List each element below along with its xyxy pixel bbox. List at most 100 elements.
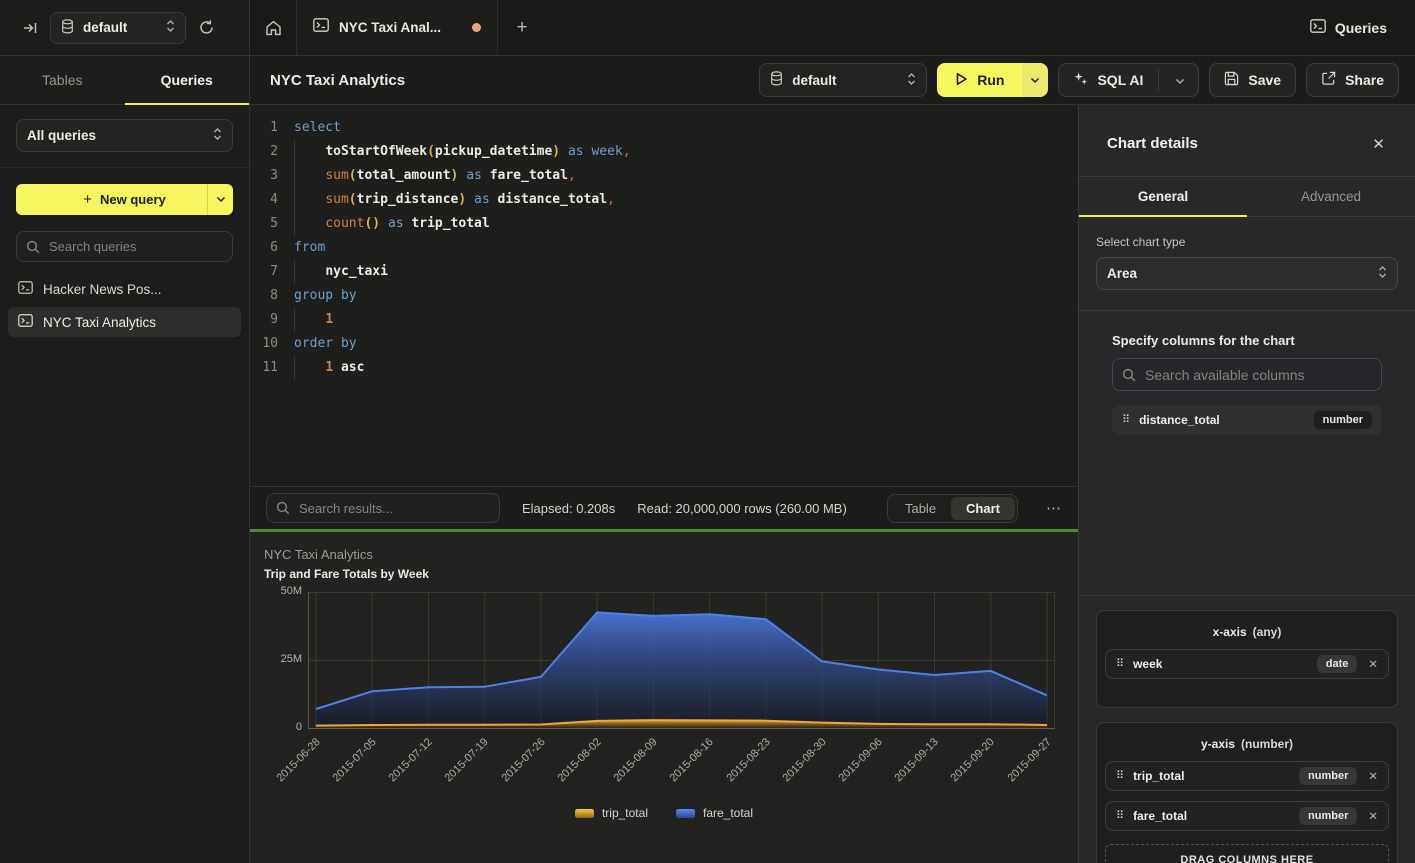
code-text: toStartOfWeek(pickup_datetime) as week,: [294, 140, 631, 164]
home-tab[interactable]: [250, 0, 297, 55]
column-type-badge: number: [1299, 767, 1357, 785]
x-tick-label: 2015-06-28: [274, 736, 322, 784]
code-text: select: [294, 116, 341, 140]
drop-zone[interactable]: DRAG COLUMNS HERE: [1105, 844, 1389, 863]
token: trip_distance: [357, 192, 459, 207]
token: distance_total: [498, 192, 608, 207]
code-line: 5 count() as trip_total: [250, 212, 1078, 236]
view-switcher: Table Chart: [887, 494, 1018, 523]
indent-guide: [294, 260, 295, 284]
token: [294, 192, 325, 207]
x-tick-label: 2015-09-20: [949, 736, 997, 784]
sql-ai-label: SQL AI: [1097, 72, 1143, 88]
x-tick-label: 2015-08-23: [724, 736, 772, 784]
x-axis-card: x-axis(any) ⠿ week date ✕: [1096, 610, 1398, 708]
token: select: [294, 120, 341, 135]
column-name: week: [1133, 657, 1162, 671]
token: nyc_taxi: [325, 264, 388, 279]
refresh-icon[interactable]: [198, 19, 215, 36]
results-search-input[interactable]: [266, 493, 500, 523]
tab-advanced[interactable]: Advanced: [1247, 177, 1415, 216]
y-axis-column-trip-total[interactable]: ⠿ trip_total number ✕: [1105, 761, 1389, 791]
database-selector[interactable]: default: [50, 12, 186, 44]
more-options-icon[interactable]: ⋯: [1046, 499, 1062, 517]
line-number: 4: [250, 188, 278, 212]
y-axis-column-fare-total[interactable]: ⠿ fare_total number ✕: [1105, 801, 1389, 831]
columns-search-input[interactable]: [1112, 358, 1382, 391]
new-query-button[interactable]: + New query: [16, 184, 233, 215]
chart-panel: NYC Taxi Analytics Trip and Fare Totals …: [250, 532, 1078, 863]
chevron-down-icon[interactable]: [207, 184, 233, 215]
read-stat: Read: 20,000,000 rows (260.00 MB): [637, 501, 847, 516]
query-item-hacker-news[interactable]: Hacker News Pos...: [8, 274, 241, 304]
top-bar-left: default: [0, 0, 250, 55]
chevron-down-icon[interactable]: [1170, 72, 1190, 88]
line-number: 7: [250, 260, 278, 284]
y-tick-label: 0: [256, 721, 302, 733]
available-column-distance-total[interactable]: ⠿ distance_total number: [1112, 405, 1382, 435]
divider: [1079, 310, 1415, 311]
columns-label: Specify columns for the chart: [1112, 333, 1382, 348]
table-view-tab[interactable]: Table: [890, 497, 951, 520]
database-value: default: [83, 20, 127, 35]
run-database-selector[interactable]: default: [759, 63, 927, 97]
drag-handle-icon[interactable]: ⠿: [1122, 415, 1130, 426]
run-button[interactable]: Run: [937, 63, 1022, 97]
share-button[interactable]: Share: [1306, 63, 1399, 97]
sparkles-icon: [1073, 71, 1088, 89]
share-icon: [1321, 71, 1336, 89]
remove-column-icon[interactable]: ✕: [1368, 769, 1378, 783]
play-icon: [955, 72, 968, 89]
legend-item-fare_total[interactable]: fare_total: [676, 806, 753, 820]
legend-label: trip_total: [602, 806, 648, 820]
chevron-updown-icon: [1378, 265, 1387, 282]
save-icon: [1224, 71, 1239, 89]
legend-item-trip_total[interactable]: trip_total: [575, 806, 648, 820]
close-icon[interactable]: ✕: [1372, 135, 1385, 153]
sql-editor[interactable]: 1select2 toStartOfWeek(pickup_datetime) …: [250, 105, 1078, 486]
column-type-badge: date: [1317, 655, 1358, 673]
new-tab-button[interactable]: +: [498, 0, 546, 55]
token: (: [349, 192, 357, 207]
chart-type-select[interactable]: Area: [1096, 257, 1398, 290]
token: [490, 192, 498, 207]
x-axis-column-week[interactable]: ⠿ week date ✕: [1105, 649, 1389, 679]
query-list: Hacker News Pos... NYC Taxi Analytics: [8, 274, 241, 337]
query-search-input[interactable]: [16, 231, 233, 262]
area-chart[interactable]: [308, 592, 1055, 730]
token: pickup_datetime: [435, 144, 552, 159]
drag-handle-icon[interactable]: ⠿: [1116, 659, 1124, 670]
query-filter-select[interactable]: All queries: [16, 119, 233, 152]
chart-view-tab[interactable]: Chart: [951, 497, 1015, 520]
queries-button[interactable]: Queries: [1310, 19, 1387, 36]
line-number: 2: [250, 140, 278, 164]
tab-queries[interactable]: Queries: [125, 56, 250, 104]
search-icon: [26, 240, 40, 254]
run-button-group: Run: [937, 63, 1048, 97]
remove-column-icon[interactable]: ✕: [1368, 657, 1378, 671]
token: [294, 144, 325, 159]
drag-handle-icon[interactable]: ⠿: [1116, 811, 1124, 822]
token: toStartOfWeek: [325, 144, 427, 159]
sql-ai-button[interactable]: SQL AI: [1058, 63, 1199, 97]
save-button[interactable]: Save: [1209, 63, 1296, 97]
line-number: 6: [250, 236, 278, 260]
tab-general[interactable]: General: [1079, 177, 1247, 216]
run-options-button[interactable]: [1022, 63, 1048, 97]
search-icon: [276, 501, 290, 515]
query-item-nyc-taxi[interactable]: NYC Taxi Analytics: [8, 307, 241, 337]
code-line: 11 1 asc: [250, 356, 1078, 380]
token: [466, 192, 474, 207]
token: from: [294, 240, 325, 255]
collapse-sidebar-icon[interactable]: [22, 20, 38, 36]
y-axis-title: y-axis(number): [1105, 737, 1389, 751]
line-number: 9: [250, 308, 278, 332]
drag-handle-icon[interactable]: ⠿: [1116, 771, 1124, 782]
chart-subtitle: Trip and Fare Totals by Week: [264, 567, 429, 581]
x-axis-title: x-axis(any): [1105, 625, 1389, 639]
tab-tables[interactable]: Tables: [0, 56, 125, 104]
remove-column-icon[interactable]: ✕: [1368, 809, 1378, 823]
x-tick-label: 2015-09-13: [893, 736, 941, 784]
header-controls: default Run SQL AI Save: [759, 63, 1399, 97]
tab-nyc-taxi-analytics[interactable]: NYC Taxi Anal...: [297, 0, 498, 55]
